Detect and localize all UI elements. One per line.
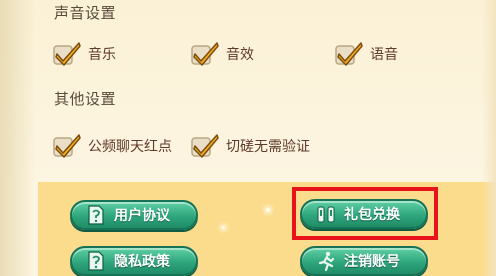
gift-redeem-highlight-box bbox=[292, 187, 438, 240]
running-figure-icon bbox=[316, 250, 336, 272]
option-duel-no-verify[interactable]: 切磋无需验证 bbox=[190, 132, 310, 160]
checkbox-voice[interactable] bbox=[334, 40, 364, 68]
option-music-label: 音乐 bbox=[88, 47, 116, 63]
check-icon bbox=[335, 42, 363, 66]
checkbox-music[interactable] bbox=[52, 40, 82, 68]
check-icon bbox=[191, 42, 219, 66]
check-icon bbox=[191, 134, 219, 158]
sparkle-decoration bbox=[222, 226, 225, 229]
option-sound-effects-label: 音效 bbox=[226, 47, 254, 63]
checkbox-duel-no-verify[interactable] bbox=[190, 132, 220, 160]
panel-right-edge bbox=[482, 0, 496, 276]
check-icon bbox=[53, 42, 81, 66]
user-agreement-label: 用户协议 bbox=[114, 208, 170, 224]
other-settings-heading: 其他设置 bbox=[54, 90, 117, 108]
sound-settings-heading: 声音设置 bbox=[54, 4, 117, 22]
sparkle-decoration bbox=[266, 208, 270, 212]
option-voice[interactable]: 语音 bbox=[334, 40, 398, 68]
option-duel-no-verify-label: 切磋无需验证 bbox=[226, 139, 310, 155]
check-icon bbox=[53, 134, 81, 158]
cancel-account-label: 注销账号 bbox=[344, 254, 400, 270]
privacy-policy-button[interactable]: 隐私政策 bbox=[70, 246, 198, 276]
option-public-chat-dot[interactable]: 公频聊天红点 bbox=[52, 132, 172, 160]
option-public-chat-dot-label: 公频聊天红点 bbox=[88, 139, 172, 155]
privacy-policy-label: 隐私政策 bbox=[114, 254, 170, 270]
checkbox-sound-effects[interactable] bbox=[190, 40, 220, 68]
document-icon bbox=[86, 250, 106, 272]
user-agreement-button[interactable]: 用户协议 bbox=[70, 200, 198, 230]
option-music[interactable]: 音乐 bbox=[52, 40, 116, 68]
checkbox-public-chat-dot[interactable] bbox=[52, 132, 82, 160]
panel-left-edge bbox=[0, 0, 36, 276]
document-icon bbox=[86, 204, 106, 226]
option-sound-effects[interactable]: 音效 bbox=[190, 40, 254, 68]
option-voice-label: 语音 bbox=[370, 47, 398, 63]
cancel-account-button[interactable]: 注销账号 bbox=[300, 246, 428, 276]
